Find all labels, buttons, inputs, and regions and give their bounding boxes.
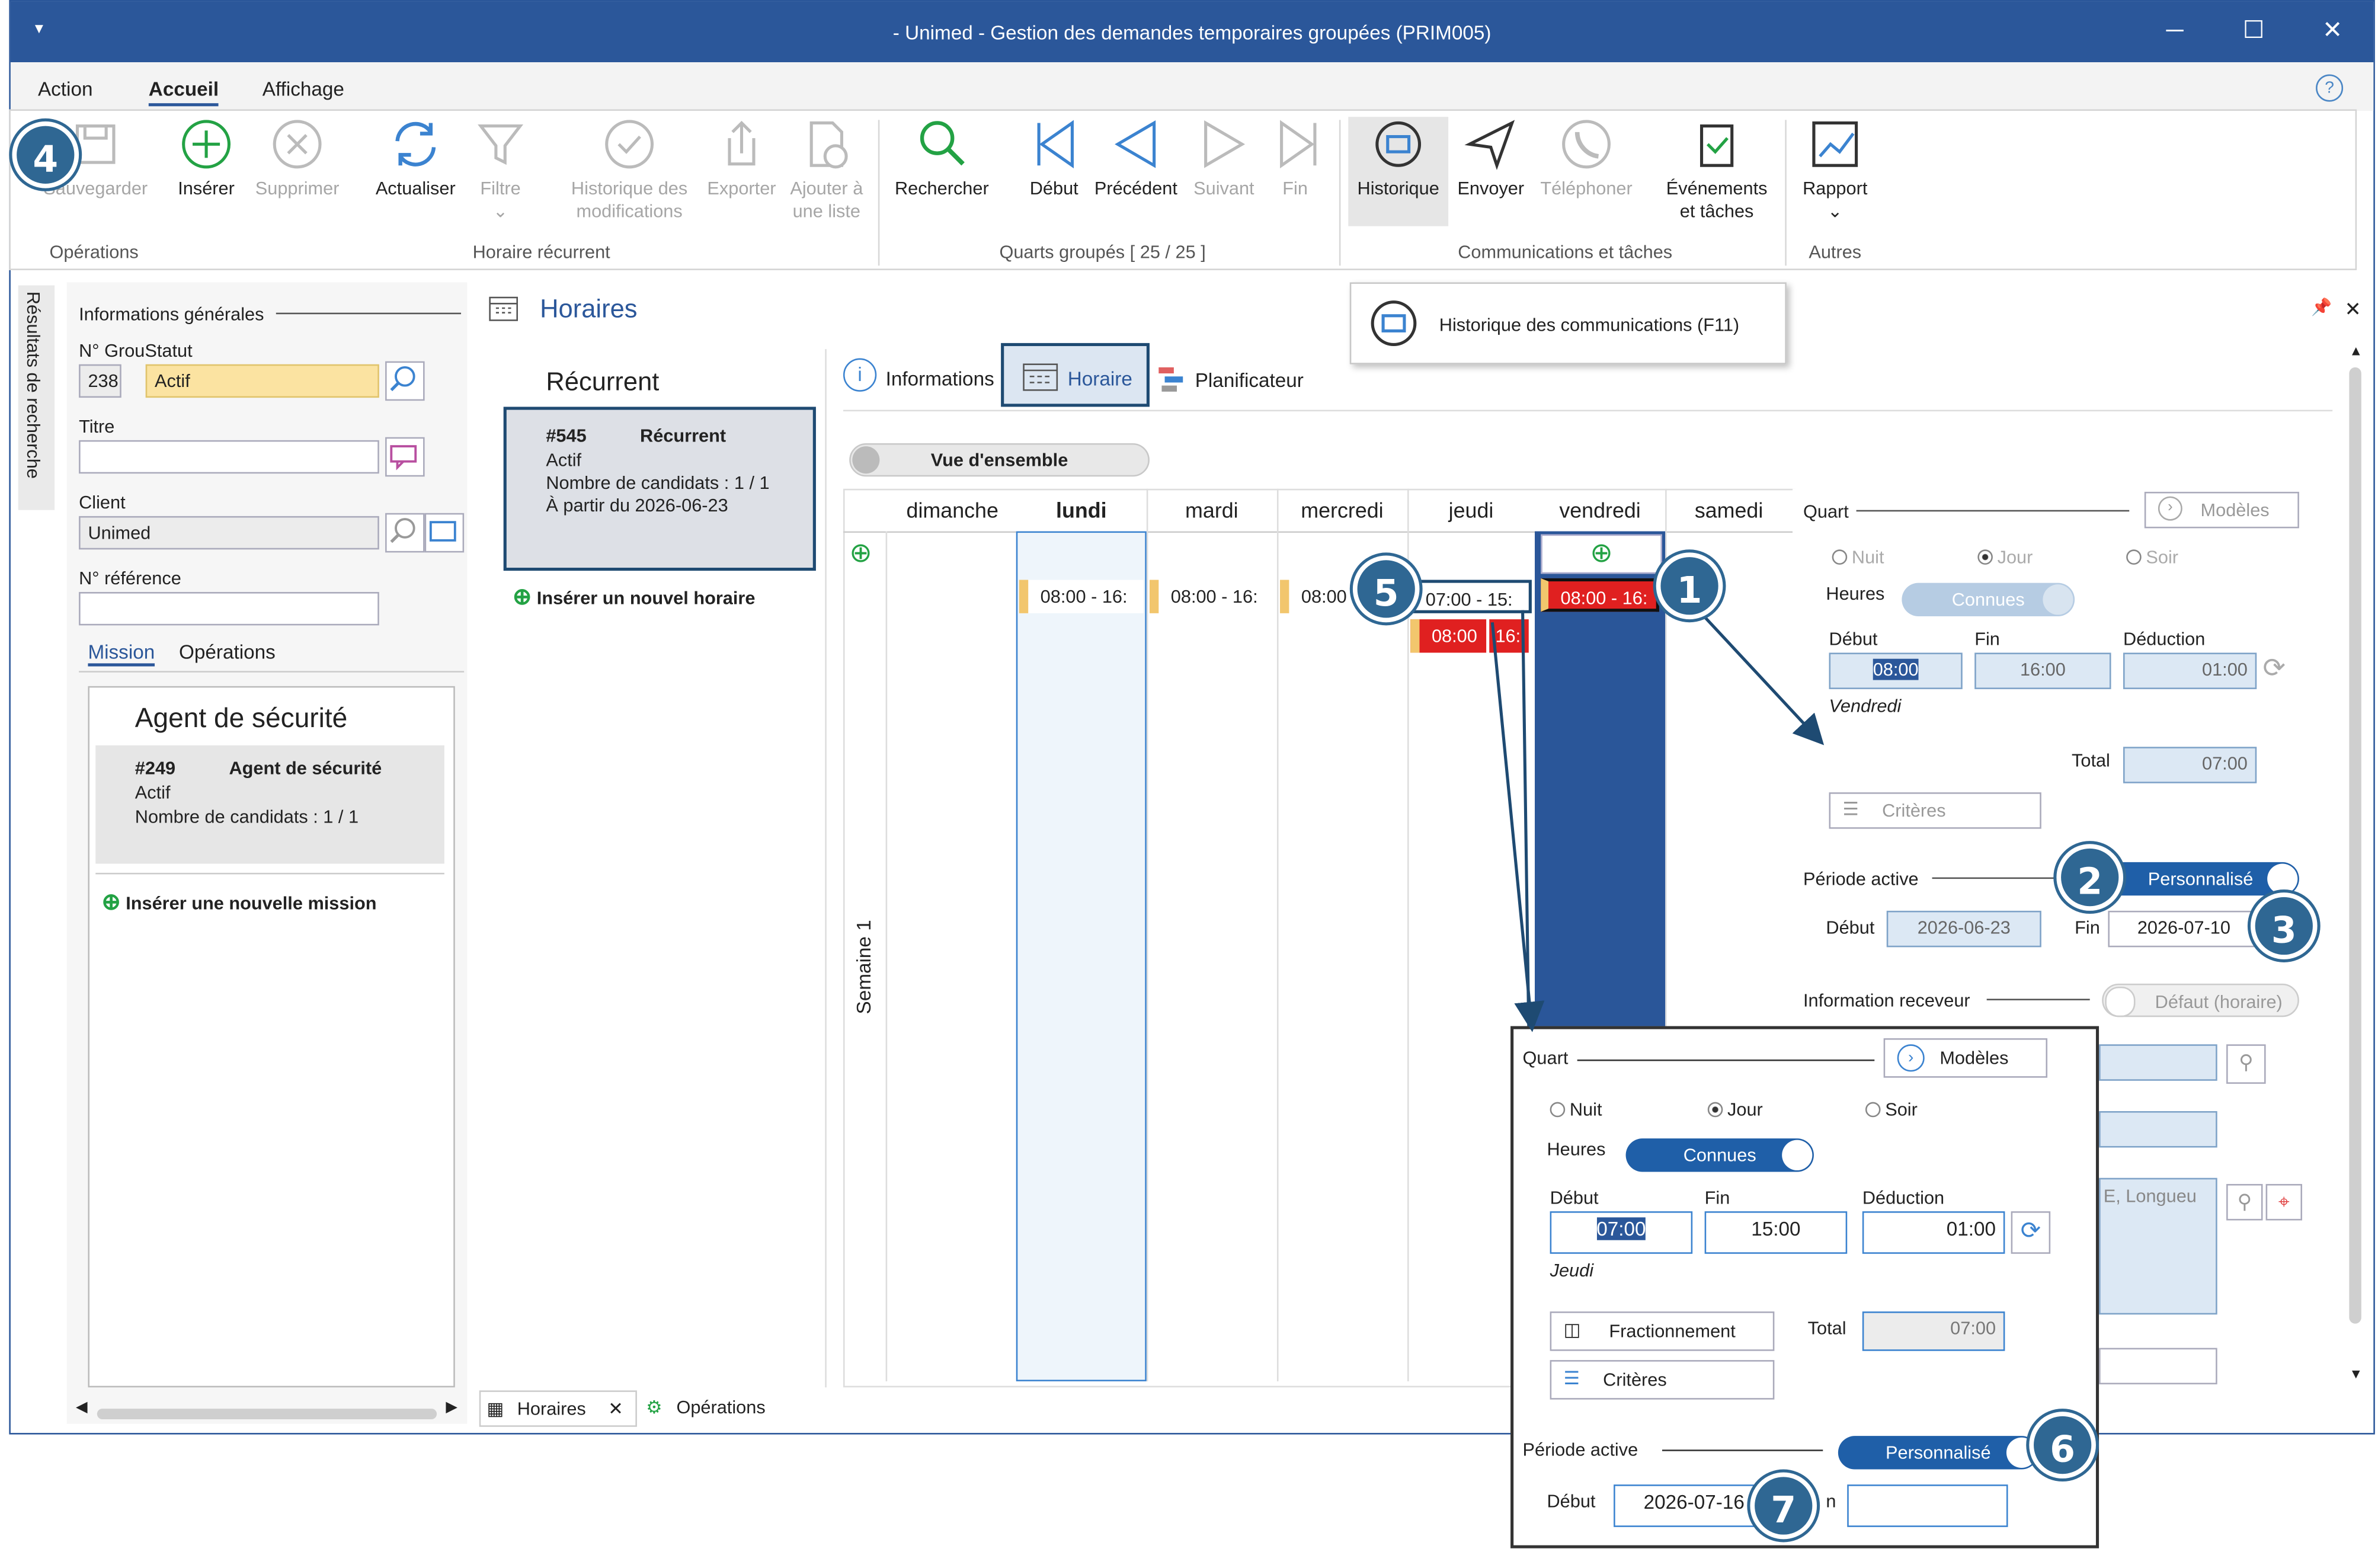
callout-badge-3: 3: [2251, 892, 2318, 959]
callout-badge-7: 7: [1750, 1472, 1817, 1540]
callout-badge-1: 1: [1656, 552, 1723, 620]
callout-badge-2: 2: [2056, 844, 2124, 911]
callout-badge-6: 6: [2029, 1412, 2096, 1479]
callout-badge-5: 5: [1352, 555, 1420, 623]
callout-badge-4: 4: [12, 121, 79, 188]
callout-arrows: [1490, 606, 1825, 1032]
